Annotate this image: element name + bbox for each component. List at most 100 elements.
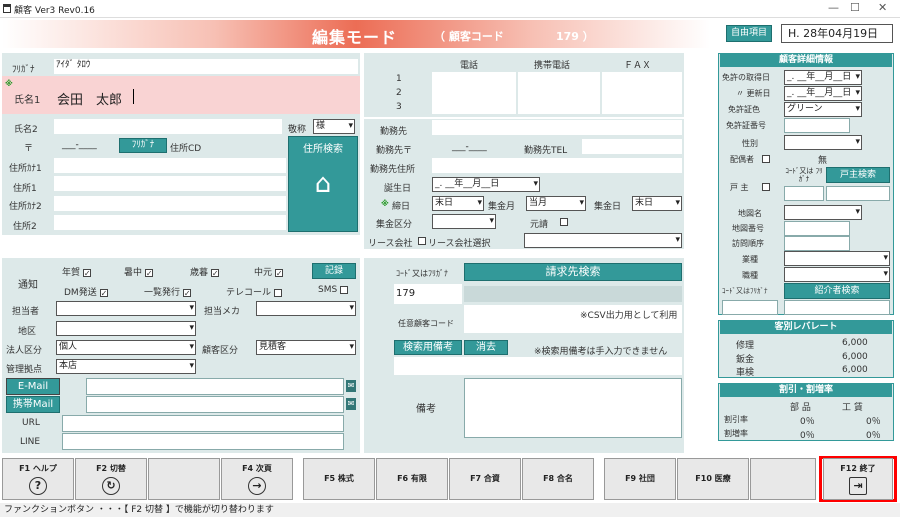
- fax-inputs[interactable]: [602, 72, 682, 114]
- f6-yugen-button[interactable]: F6 有限: [376, 458, 448, 500]
- industry-select[interactable]: [784, 251, 890, 266]
- work-tel-input[interactable]: [582, 139, 682, 154]
- notice-dm[interactable]: DM発送: [64, 285, 108, 298]
- f11-empty-button[interactable]: [750, 458, 816, 500]
- address-search-button[interactable]: 住所検索 ⌂: [288, 136, 358, 232]
- mobile-inputs[interactable]: [518, 72, 600, 114]
- billing-search-button[interactable]: 請求先検索: [464, 263, 682, 281]
- email-button[interactable]: E-Mail: [6, 378, 60, 395]
- f10-iryo-button[interactable]: F10 医療: [677, 458, 749, 500]
- area-select[interactable]: [56, 321, 196, 336]
- notice-telecall[interactable]: テレコール: [226, 285, 282, 298]
- sms-checkbox[interactable]: [340, 285, 349, 294]
- notice-chugen[interactable]: 中元: [254, 265, 283, 278]
- memo-textarea[interactable]: [464, 378, 682, 438]
- kana-input[interactable]: ｱｲﾀﾞ ﾀﾛｳ: [54, 59, 358, 74]
- head-code-input[interactable]: [784, 186, 824, 201]
- map-number-input[interactable]: [784, 221, 850, 236]
- url-input[interactable]: [62, 415, 344, 432]
- addr1-input[interactable]: [54, 176, 286, 191]
- staff-select[interactable]: [56, 301, 196, 316]
- search-memo-button[interactable]: 検索用備考: [394, 340, 462, 355]
- name1-input[interactable]: 会田 太郎: [57, 89, 122, 108]
- addr-kana2-input[interactable]: [54, 196, 286, 211]
- sex-select[interactable]: [784, 135, 862, 150]
- mechanic-select[interactable]: [256, 301, 356, 316]
- shochu-checkbox[interactable]: [144, 268, 153, 277]
- f12-exit-button[interactable]: F12 終了 ⇥: [823, 458, 893, 500]
- visit-order-input[interactable]: [784, 236, 850, 251]
- seibo-checkbox[interactable]: [210, 268, 219, 277]
- collect-category-select[interactable]: [432, 214, 496, 229]
- zip-input[interactable]: ___-____: [62, 140, 97, 150]
- head-name-input[interactable]: [826, 186, 890, 201]
- license-number-input[interactable]: [784, 118, 850, 133]
- f3-empty-button[interactable]: [148, 458, 220, 500]
- spouse-checkbox[interactable]: [762, 155, 770, 163]
- addr2-input[interactable]: [54, 215, 286, 230]
- clear-button[interactable]: 消去: [464, 340, 508, 355]
- minimize-icon[interactable]: —: [828, 1, 839, 14]
- introducer-search-button[interactable]: 紹介者検索: [784, 283, 890, 299]
- telecall-checkbox[interactable]: [273, 288, 282, 297]
- notice-sms[interactable]: SMS: [318, 285, 349, 295]
- f4-next-page-button[interactable]: F4 次頁 →: [221, 458, 293, 500]
- tel-inputs[interactable]: [432, 72, 516, 114]
- nenga-checkbox[interactable]: [82, 268, 91, 277]
- dm-checkbox[interactable]: [99, 288, 108, 297]
- f2-switch-button[interactable]: F2 切替 ↻: [75, 458, 147, 500]
- closing-day-select[interactable]: 末日: [432, 196, 484, 211]
- free-item-button[interactable]: 自由項目: [726, 25, 772, 42]
- chugen-checkbox[interactable]: [274, 268, 283, 277]
- mobile-mail-send-icon[interactable]: ✉: [346, 398, 356, 410]
- work-zip-input[interactable]: ___-____: [452, 142, 487, 152]
- head-search-button[interactable]: 戸主検索: [826, 167, 890, 183]
- search-memo-input[interactable]: [394, 357, 682, 375]
- lease-checkbox[interactable]: [418, 237, 426, 245]
- notice-seibo[interactable]: 歳暮: [190, 265, 219, 278]
- notice-nenga[interactable]: 年賀: [62, 265, 91, 278]
- list-checkbox[interactable]: [182, 288, 191, 297]
- billing-code-input[interactable]: 179: [394, 284, 462, 304]
- addr-kana1-input[interactable]: [54, 158, 286, 173]
- map-name-select[interactable]: [784, 205, 862, 220]
- job-select[interactable]: [784, 267, 890, 282]
- discount-labor-value[interactable]: 0％: [866, 414, 881, 427]
- introducer-code-input[interactable]: [722, 300, 778, 315]
- surcharge-parts-value[interactable]: 0％: [800, 428, 815, 441]
- license-color-select[interactable]: グリーン: [784, 102, 862, 117]
- gensei-checkbox[interactable]: [560, 218, 568, 226]
- base-select[interactable]: 本店: [56, 359, 196, 374]
- household-head-checkbox[interactable]: [762, 183, 770, 191]
- name2-input[interactable]: [54, 119, 282, 134]
- mobile-mail-input[interactable]: [86, 396, 344, 413]
- f7-goshi-button[interactable]: F7 合資: [449, 458, 521, 500]
- mobile-mail-button[interactable]: 携帯Mail: [6, 396, 60, 413]
- line-input[interactable]: [62, 433, 344, 450]
- surcharge-labor-value[interactable]: 0％: [866, 428, 881, 441]
- introducer-name-input[interactable]: [784, 300, 890, 315]
- company-input[interactable]: [432, 120, 682, 135]
- furigana-button[interactable]: ﾌﾘｶﾞﾅ: [119, 138, 167, 153]
- record-button[interactable]: 記録: [312, 263, 356, 279]
- notice-shochu[interactable]: 暑中: [124, 265, 153, 278]
- renew-date-select[interactable]: _. __年__月__日: [784, 86, 862, 101]
- email-send-icon[interactable]: ✉: [346, 380, 356, 392]
- f9-shadan-button[interactable]: F9 社団: [604, 458, 676, 500]
- collect-month-select[interactable]: 当月: [526, 196, 586, 211]
- maximize-icon[interactable]: ☐: [850, 1, 860, 14]
- work-address-input[interactable]: [432, 158, 682, 173]
- email-input[interactable]: [86, 378, 344, 395]
- close-icon[interactable]: ✕: [878, 1, 887, 14]
- birthday-select[interactable]: _. __年__月__日: [432, 177, 540, 192]
- lease-select[interactable]: [524, 233, 682, 248]
- cust-category-select[interactable]: 見積客: [256, 340, 356, 355]
- collect-day-select[interactable]: 末日: [632, 196, 682, 211]
- f5-kabushiki-button[interactable]: F5 株式: [303, 458, 375, 500]
- discount-parts-value[interactable]: 0％: [800, 414, 815, 427]
- corp-type-select[interactable]: 個人: [56, 340, 196, 355]
- honorific-select[interactable]: 様: [313, 119, 355, 134]
- f1-help-button[interactable]: F1 ヘルプ?: [2, 458, 74, 500]
- notice-list[interactable]: 一覧発行: [144, 285, 191, 298]
- license-date-select[interactable]: _. __年__月__日: [784, 70, 862, 85]
